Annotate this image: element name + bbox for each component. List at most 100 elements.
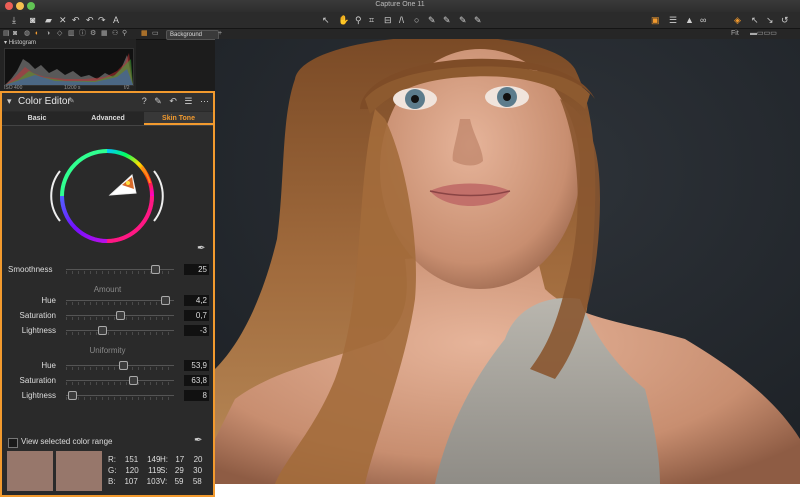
title-bar: Capture One 11 bbox=[0, 0, 800, 12]
amount-hue-ticks bbox=[66, 302, 174, 305]
viewer-icon[interactable]: ▭ bbox=[152, 29, 159, 39]
color-editor-tabs: Basic Advanced Skin Tone bbox=[2, 112, 213, 126]
zoom-slider[interactable]: ▬▭▭▭ bbox=[750, 29, 777, 39]
undo-icon[interactable]: ↶ bbox=[72, 14, 80, 26]
amount-saturation-slider[interactable] bbox=[116, 311, 125, 320]
smoothness-value[interactable]: 25 bbox=[184, 264, 209, 275]
picker-tool-icon[interactable]: ✎ bbox=[154, 96, 162, 106]
uniformity-saturation-row: Saturation 63,8 bbox=[2, 375, 213, 387]
color-editor-header: ▾ Color Editor ✎ ? ✎ ↶ ☰ ⋯ bbox=[2, 93, 213, 111]
amount-hue-track[interactable] bbox=[66, 300, 174, 301]
list-icon[interactable]: ☰ bbox=[669, 14, 677, 26]
reset-icon[interactable]: ↺ bbox=[781, 14, 789, 26]
tab-advanced[interactable]: Advanced bbox=[73, 112, 143, 125]
more-icon[interactable]: ⋯ bbox=[200, 96, 209, 106]
readout-s: S: 29 30 bbox=[160, 466, 203, 475]
exposure-icon[interactable]: ◑ bbox=[46, 29, 50, 39]
details-icon[interactable]: ◇ bbox=[57, 29, 62, 39]
add-icon[interactable]: + bbox=[218, 29, 222, 39]
viewer-bottom-strip bbox=[215, 484, 800, 497]
uniformity-hue-row: Hue 53,9 bbox=[2, 360, 213, 372]
amount-lightness-row: Lightness -3 bbox=[2, 325, 213, 337]
uniformity-lightness-track[interactable] bbox=[66, 395, 174, 396]
reset-tool-icon[interactable]: ↶ bbox=[169, 96, 177, 106]
uniformity-hue-value[interactable]: 53,9 bbox=[184, 360, 209, 371]
uniformity-hue-slider[interactable] bbox=[119, 361, 129, 370]
amount-lightness-track[interactable] bbox=[66, 330, 174, 331]
uniformity-lightness-slider[interactable] bbox=[68, 391, 78, 400]
text-icon[interactable]: A bbox=[113, 14, 119, 26]
color-picker-icon[interactable]: ✒ bbox=[194, 435, 202, 446]
uniformity-lightness-ticks bbox=[66, 397, 174, 400]
amount-lightness-slider[interactable] bbox=[97, 326, 107, 335]
rgb-readout: R: 151 149 G: 120 119 B: 107 103 bbox=[108, 454, 161, 487]
image-viewer[interactable] bbox=[215, 39, 800, 484]
view-range-checkbox[interactable] bbox=[8, 438, 18, 448]
amount-lightness-value[interactable]: -3 bbox=[184, 325, 209, 336]
adjust-icon[interactable]: ▥ bbox=[68, 29, 75, 39]
redo-icon[interactable]: ↶ bbox=[86, 14, 94, 26]
uniformity-saturation-value[interactable]: 63,8 bbox=[184, 375, 209, 386]
crop-icon[interactable]: ⌗ bbox=[369, 14, 374, 26]
layers-icon[interactable]: ◈ bbox=[734, 14, 741, 26]
readout-g: G: 120 119 bbox=[108, 466, 161, 475]
help-icon[interactable]: ? bbox=[142, 96, 147, 106]
readout-h: H: 17 20 bbox=[160, 455, 203, 464]
amount-saturation-value[interactable]: 0,7 bbox=[184, 310, 209, 321]
metadata-icon[interactable]: ⓘ bbox=[79, 29, 86, 39]
tab-skin-tone[interactable]: Skin Tone bbox=[144, 112, 213, 125]
eraser-icon[interactable]: ✎ bbox=[474, 14, 482, 26]
folder-icon[interactable]: ▰ bbox=[45, 14, 52, 26]
chevron-down-icon[interactable]: ▾ bbox=[7, 96, 12, 107]
keystone-icon[interactable]: /\ bbox=[399, 14, 404, 26]
uniformity-saturation-slider[interactable] bbox=[128, 376, 138, 385]
people-icon[interactable]: ⚇ bbox=[112, 29, 118, 39]
picker-icon[interactable]: ✎ bbox=[459, 14, 467, 26]
search-icon[interactable]: ⚲ bbox=[122, 29, 127, 39]
gradient-icon[interactable]: ✎ bbox=[443, 14, 451, 26]
uniformity-lightness-value[interactable]: 8 bbox=[184, 390, 209, 401]
library-icon[interactable]: ▤ bbox=[3, 29, 10, 39]
capture-icon[interactable]: ◙ bbox=[13, 29, 17, 39]
output-icon[interactable]: ⚙ bbox=[90, 29, 96, 39]
redo-all-icon[interactable]: ↷ bbox=[98, 14, 106, 26]
amount-lightness-label: Lightness bbox=[21, 326, 56, 335]
color-wheel[interactable] bbox=[46, 143, 168, 249]
brush-icon[interactable]: ✎ bbox=[428, 14, 436, 26]
straighten-icon[interactable]: ⊟ bbox=[384, 14, 392, 26]
grid-view-icon[interactable]: ▦ bbox=[141, 29, 148, 39]
close-icon[interactable]: ✕ bbox=[59, 14, 67, 26]
smoothness-slider[interactable] bbox=[150, 265, 160, 274]
readout-b: B: 107 103 bbox=[108, 477, 161, 486]
spot-icon[interactable]: ○ bbox=[414, 14, 419, 26]
color-tab-icon[interactable]: ◐ bbox=[35, 29, 39, 39]
pin-icon[interactable]: ✎ bbox=[68, 96, 75, 105]
glasses-icon[interactable]: ∞ bbox=[700, 14, 706, 26]
cursor-icon[interactable]: ↖ bbox=[322, 14, 330, 26]
eyedropper-icon[interactable]: ✒ bbox=[197, 243, 205, 254]
histogram bbox=[4, 48, 134, 86]
background-select[interactable]: Background bbox=[166, 30, 219, 40]
pan-icon[interactable]: ✋ bbox=[338, 14, 349, 26]
zoom-icon[interactable]: ⚲ bbox=[355, 14, 362, 26]
lens-icon[interactable]: ◍ bbox=[24, 29, 30, 39]
amount-hue-slider[interactable] bbox=[161, 296, 171, 305]
amount-saturation-row: Saturation 0,7 bbox=[2, 310, 213, 322]
smoothness-row: Smoothness 25 bbox=[2, 264, 213, 276]
uniformity-saturation-track[interactable] bbox=[66, 380, 174, 381]
warning-icon[interactable]: ▲ bbox=[685, 14, 694, 26]
apply-icon[interactable]: ↘ bbox=[766, 14, 774, 26]
tab-basic[interactable]: Basic bbox=[2, 112, 72, 125]
main-toolbar: ⤓ ◙ ▰ ✕ ↶ ↶ ↷ A ↖ ✋ ⚲ ⌗ ⊟ /\ ○ ✎ ✎ ✎ ✎ ▣… bbox=[0, 12, 800, 29]
color-swatch-before bbox=[7, 451, 53, 491]
copy-icon[interactable]: ↖ bbox=[751, 14, 759, 26]
amount-hue-value[interactable]: 4,2 bbox=[184, 295, 209, 306]
import-icon[interactable]: ⤓ bbox=[12, 14, 16, 26]
uniformity-saturation-label: Saturation bbox=[19, 376, 56, 385]
portrait-photo bbox=[215, 39, 800, 484]
edit-icon[interactable]: ▣ bbox=[651, 14, 660, 26]
camera-icon[interactable]: ◙ bbox=[30, 14, 35, 26]
batch-icon[interactable]: ▦ bbox=[101, 29, 108, 39]
presets-menu-icon[interactable]: ☰ bbox=[184, 96, 192, 106]
view-range-label[interactable]: View selected color range bbox=[21, 437, 112, 446]
